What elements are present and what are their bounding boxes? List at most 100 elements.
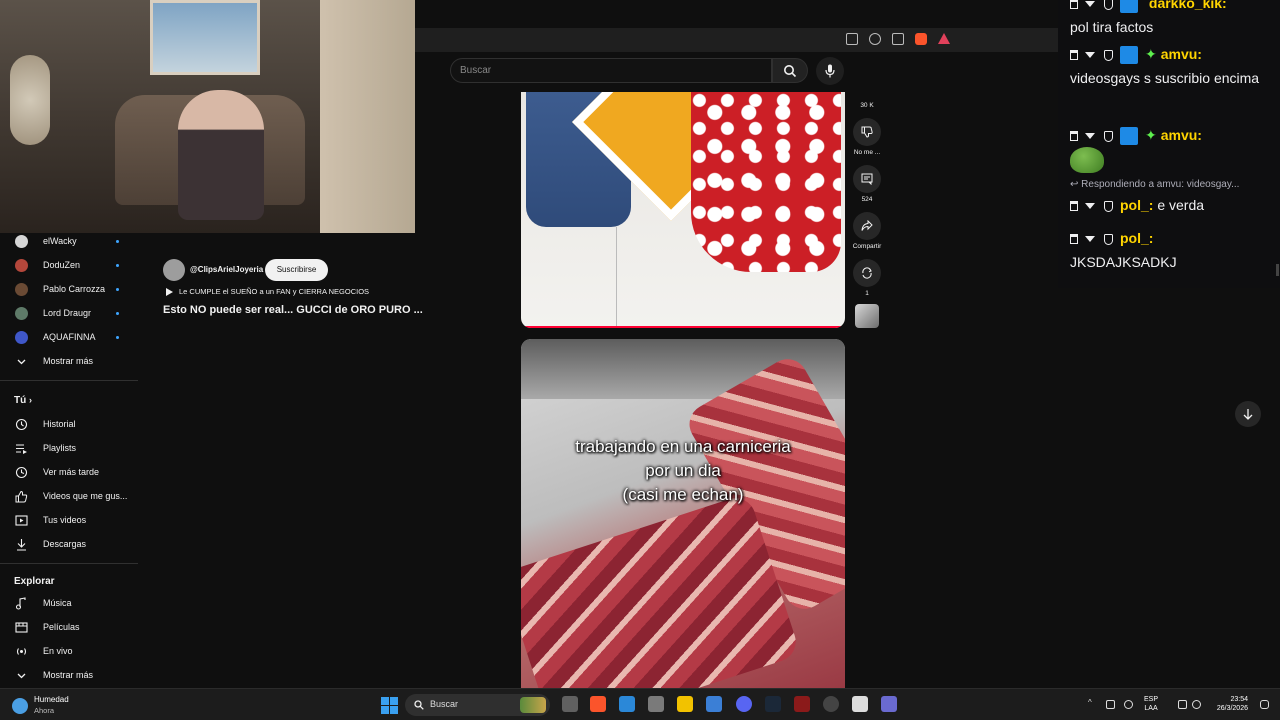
section-you[interactable]: Tú › xyxy=(14,395,32,406)
sidebar-item-your-videos[interactable]: Tus videos xyxy=(0,509,138,531)
next-short-player[interactable]: trabajando en una carniceria por un dia … xyxy=(521,339,845,688)
app-window-icon[interactable] xyxy=(706,696,722,712)
short-video-player[interactable] xyxy=(521,92,845,328)
delete-icon[interactable] xyxy=(1070,0,1078,10)
taskbar-search[interactable]: Buscar xyxy=(405,694,550,716)
sidebar-item-downloads[interactable]: Descargas xyxy=(0,533,138,555)
chat-message: pol_: e verda xyxy=(1070,193,1275,217)
linked-video-title[interactable]: Le CUMPLE el SUEÑO a un FAN y CIERRA NEG… xyxy=(179,287,369,296)
ban-icon[interactable] xyxy=(1104,233,1113,245)
discord-icon[interactable] xyxy=(736,696,752,712)
delete-icon[interactable] xyxy=(1070,201,1078,212)
search-button[interactable] xyxy=(772,58,808,83)
brave-rewards-icon[interactable] xyxy=(938,33,950,44)
timeout-icon[interactable] xyxy=(1085,203,1095,210)
timeout-icon[interactable] xyxy=(1085,236,1095,243)
shield-app-icon[interactable] xyxy=(794,696,810,712)
chat-username[interactable]: pol_: xyxy=(1120,230,1153,246)
play-icon xyxy=(166,288,173,296)
chat-username[interactable]: pol_: xyxy=(1120,197,1153,213)
sidebar-item-playlists[interactable]: Playlists xyxy=(0,437,138,459)
sidebar-item-music[interactable]: Música xyxy=(0,592,138,614)
ban-icon[interactable] xyxy=(1104,0,1113,10)
file-explorer-icon[interactable] xyxy=(677,696,693,712)
sidebar-subscription-aquafinna[interactable]: AQUAFINNA xyxy=(0,326,138,348)
caption-line: por un dia xyxy=(645,461,721,480)
sidebar-item-movies[interactable]: Películas xyxy=(0,616,138,638)
sidebar-subscription-elwacky[interactable]: elWacky xyxy=(0,230,138,252)
dislike-icon xyxy=(861,126,873,138)
volume-icon[interactable] xyxy=(1192,700,1201,709)
microphone-icon[interactable] xyxy=(1124,700,1133,709)
sidebar-subscription-pablo-carrozza[interactable]: Pablo Carrozza xyxy=(0,278,138,300)
ban-icon[interactable] xyxy=(1104,200,1113,212)
search-placeholder: Buscar xyxy=(460,65,492,76)
brave-shields-icon[interactable] xyxy=(915,33,927,45)
sound-thumbnail[interactable] xyxy=(852,304,882,328)
sidebar-item-liked-videos[interactable]: Videos que me gus... xyxy=(0,485,138,507)
obs-icon[interactable] xyxy=(823,696,839,712)
share-button[interactable]: Compartir xyxy=(852,212,882,250)
chat-username[interactable]: amvu: xyxy=(1161,46,1202,62)
share-page-icon[interactable] xyxy=(892,33,904,45)
clock-time: 23:54 xyxy=(1230,696,1248,703)
delete-icon[interactable] xyxy=(1070,50,1078,61)
sidebar-item-watch-later[interactable]: Ver más tarde xyxy=(0,461,138,483)
short-title[interactable]: Esto NO puede ser real... GUCCI de ORO P… xyxy=(163,304,423,316)
chat-username[interactable]: amvu: xyxy=(1161,127,1202,143)
timer-app-icon[interactable] xyxy=(852,696,868,712)
history-icon xyxy=(15,418,28,431)
start-button[interactable] xyxy=(381,697,398,714)
cast-icon[interactable] xyxy=(846,33,858,45)
wifi-icon[interactable] xyxy=(1178,700,1187,709)
sidebar-item-label: Videos que me gus... xyxy=(43,491,128,501)
timeout-icon[interactable] xyxy=(1085,1,1095,8)
clock[interactable]: 23:54 26/3/2026 xyxy=(1202,695,1248,713)
subscribe-button[interactable]: Suscribirse xyxy=(265,259,328,281)
channel-avatar[interactable] xyxy=(163,259,185,281)
sidebar-item-history[interactable]: Historial xyxy=(0,413,138,435)
keyboard-layout: LAA xyxy=(1144,705,1158,712)
zoom-icon[interactable] xyxy=(869,33,881,45)
chat-message: darkko_kik: pol tira factos xyxy=(1070,0,1275,39)
reply-context[interactable]: ↩ Respondiendo a amvu: videosgay... xyxy=(1070,179,1239,190)
task-view-icon[interactable] xyxy=(562,696,578,712)
show-more-explore[interactable]: Mostrar más xyxy=(0,664,138,686)
sidebar-subscription-doduzen[interactable]: DoduZen xyxy=(0,254,138,276)
dislike-button[interactable]: No me ... xyxy=(852,118,882,156)
share-label: Compartir xyxy=(852,243,882,250)
video-progress-bar[interactable] xyxy=(521,326,845,328)
sidebar-item-live[interactable]: En vivo xyxy=(0,640,138,662)
channel-handle[interactable]: @ClipsArielJoyeria xyxy=(190,265,263,274)
webcam-overlay xyxy=(0,0,415,233)
chat-scrollbar[interactable] xyxy=(1276,264,1279,276)
network-icon[interactable] xyxy=(1106,700,1115,709)
ban-icon[interactable] xyxy=(1104,130,1113,142)
search-input[interactable]: Buscar xyxy=(450,58,772,83)
playlists-icon xyxy=(16,444,27,454)
notepad-icon[interactable] xyxy=(619,696,635,712)
new-content-dot xyxy=(116,287,119,291)
ban-icon[interactable] xyxy=(1104,49,1113,61)
sidebar-item-label: Música xyxy=(43,598,72,608)
timeout-icon[interactable] xyxy=(1085,52,1095,59)
steam-icon[interactable] xyxy=(765,696,781,712)
avatar xyxy=(15,258,28,272)
sidebar-subscription-lord-draugr[interactable]: Lord Draugr xyxy=(0,302,138,324)
comments-button[interactable]: 524 xyxy=(852,165,882,203)
calculator-icon[interactable] xyxy=(648,696,664,712)
notifications-icon[interactable] xyxy=(1260,700,1269,709)
voice-search-button[interactable] xyxy=(816,57,844,85)
chat-username[interactable]: darkko_kik: xyxy=(1149,0,1227,11)
clock-date: 26/3/2026 xyxy=(1216,705,1248,712)
next-short-button[interactable] xyxy=(1235,401,1261,427)
brave-browser-icon[interactable] xyxy=(590,696,606,712)
chevron-up-icon[interactable]: ^ xyxy=(1088,698,1097,707)
remix-button[interactable]: 1 xyxy=(852,259,882,297)
delete-icon[interactable] xyxy=(1070,234,1078,245)
chat-app-icon[interactable] xyxy=(881,696,897,712)
show-more-subscriptions[interactable]: Mostrar más xyxy=(0,350,138,372)
timeout-icon[interactable] xyxy=(1085,133,1095,140)
delete-icon[interactable] xyxy=(1070,131,1078,142)
language-indicator[interactable]: ESP LAA xyxy=(1144,695,1158,713)
